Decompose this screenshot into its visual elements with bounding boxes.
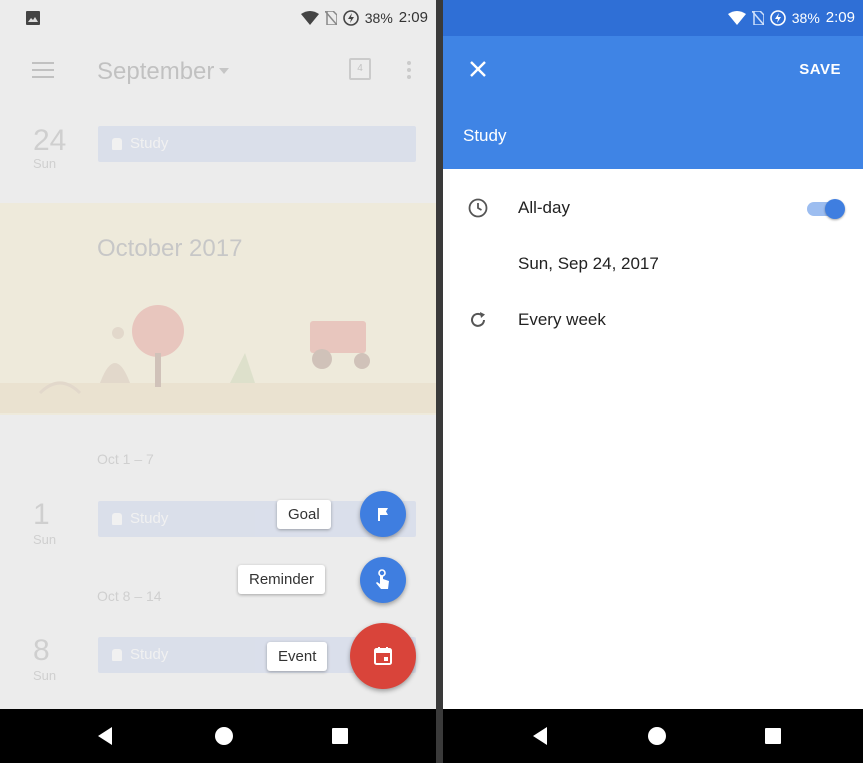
event-date[interactable]: Sun, Sep 24, 2017: [518, 254, 659, 274]
event-chip[interactable]: Study: [98, 126, 416, 162]
home-icon[interactable]: [215, 727, 233, 745]
calendar-screen: 38% 2:09 September 4 24 Sun Study Octobe…: [0, 0, 436, 763]
no-sim-icon: [324, 10, 337, 25]
day-number: 1: [33, 498, 50, 531]
all-day-row[interactable]: All-day: [443, 188, 863, 228]
recents-icon[interactable]: [765, 728, 781, 744]
no-sim-icon: [751, 10, 764, 25]
back-icon[interactable]: [98, 727, 112, 745]
editor-header: SAVE Study: [443, 36, 863, 169]
event-editor-screen: 38% 2:09 SAVE Study All-day Sun, Sep 24,…: [443, 0, 863, 763]
battery-percent: 38%: [364, 9, 393, 26]
repeat-value[interactable]: Every week: [518, 310, 606, 330]
more-options-icon[interactable]: [407, 61, 411, 79]
battery-charging-icon: [342, 9, 359, 26]
reminder-hand-icon: [376, 569, 389, 589]
day-number: 8: [33, 634, 50, 667]
event-title[interactable]: Study: [463, 126, 506, 146]
reminder-button[interactable]: [360, 557, 406, 603]
dropdown-arrow-icon[interactable]: [219, 68, 229, 74]
calendar-toolbar: September 4: [0, 48, 436, 94]
navigation-bar: [443, 709, 863, 763]
autumn-illustration: [0, 305, 436, 413]
all-day-label: All-day: [518, 198, 570, 217]
flag-icon: [378, 508, 388, 521]
month-banner-title: October 2017: [97, 235, 243, 262]
all-day-toggle[interactable]: [805, 199, 845, 219]
battery-charging-icon: [769, 9, 786, 26]
new-event-button[interactable]: [350, 623, 416, 689]
wifi-icon: [300, 10, 319, 25]
recents-icon[interactable]: [332, 728, 348, 744]
goal-button[interactable]: [360, 491, 406, 537]
status-bar: 38% 2:09: [0, 0, 436, 36]
date-row[interactable]: Sun, Sep 24, 2017: [443, 244, 863, 284]
close-icon[interactable]: [465, 56, 491, 82]
day-of-week: Sun: [33, 668, 57, 683]
navigation-bar: [0, 709, 436, 763]
menu-icon[interactable]: [32, 62, 54, 78]
screen-divider: [436, 0, 443, 763]
goal-label[interactable]: Goal: [277, 500, 331, 529]
clock-icon: [468, 198, 488, 218]
week-range: Oct 8 – 14: [97, 588, 162, 604]
status-time: 2:09: [825, 9, 855, 26]
today-icon[interactable]: 4: [349, 58, 371, 80]
battery-percent: 38%: [791, 9, 820, 26]
back-icon[interactable]: [533, 727, 547, 745]
status-time: 2:09: [398, 9, 428, 26]
week-range: Oct 1 – 7: [97, 451, 154, 467]
calendar-event-icon: [374, 647, 392, 665]
day-of-week: Sun: [33, 156, 57, 171]
month-banner: October 2017: [0, 203, 436, 415]
day-number: 24: [33, 124, 67, 157]
month-selector[interactable]: September: [97, 58, 214, 86]
save-button[interactable]: SAVE: [799, 61, 841, 78]
reminder-label[interactable]: Reminder: [238, 565, 326, 594]
status-bar: 38% 2:09: [443, 0, 863, 36]
image-icon: [26, 11, 40, 25]
event-label[interactable]: Event: [267, 642, 328, 671]
home-icon[interactable]: [648, 727, 666, 745]
day-of-week: Sun: [33, 532, 57, 547]
wifi-icon: [727, 10, 746, 25]
repeat-row[interactable]: Every week: [443, 300, 863, 340]
repeat-icon: [471, 312, 485, 327]
